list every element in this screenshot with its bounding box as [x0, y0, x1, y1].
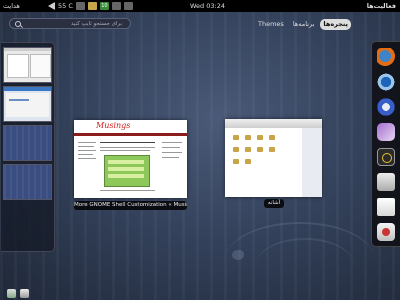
folder-icon [233, 147, 239, 152]
musings-logo: Musings [96, 121, 131, 130]
workspace-switcher [1, 42, 55, 252]
temperature-indicator[interactable]: 55 C [58, 0, 73, 12]
top-bar: هدایت 55 C 10 Wed 03:24 فعالیت‌ها [0, 0, 400, 12]
folder-icon [233, 135, 239, 140]
folder-icon [269, 147, 275, 152]
user-menu[interactable]: هدایت [3, 0, 20, 12]
tab-themes[interactable]: Themes [255, 19, 287, 30]
bluetooth-icon[interactable] [123, 2, 133, 10]
folder-icon [257, 135, 263, 140]
view-tabs: Themes برنامه‌ها پنجره‌ها [255, 19, 351, 30]
clock[interactable]: Wed 03:24 [190, 0, 225, 12]
folder-icon [257, 147, 263, 152]
folder-icon [245, 159, 251, 164]
software-center-icon[interactable] [377, 223, 395, 241]
wallpaper-swirl [255, 238, 355, 295]
workspace-thumbnail-2[interactable] [3, 86, 52, 122]
search-input[interactable]: برای جستجو تایپ کنید [9, 18, 131, 29]
folder-icon [233, 159, 239, 164]
firefox-icon[interactable] [377, 48, 395, 66]
drive-icon[interactable] [377, 173, 395, 191]
activities-button[interactable]: فعالیت‌ها [367, 0, 396, 12]
window-caption-browser[interactable]: More GNOME Shell Customization « Musings… [74, 201, 187, 210]
notification-icon[interactable] [7, 289, 16, 298]
rhythmbox-icon[interactable] [377, 148, 395, 166]
wallpaper-bird [232, 250, 244, 260]
window-thumbnail-file-manager[interactable] [225, 119, 322, 197]
search-icon [15, 21, 21, 27]
dash [371, 41, 400, 247]
tab-windows[interactable]: پنجره‌ها [320, 19, 351, 30]
tray-badge[interactable]: 10 [99, 2, 109, 10]
folder-icon [245, 147, 251, 152]
window-caption-file-manager[interactable]: آشانه [264, 199, 284, 208]
folder-icon[interactable] [87, 2, 97, 10]
workspace-thumbnail-1[interactable] [3, 47, 52, 83]
chat-icon[interactable] [377, 123, 395, 141]
message-tray [7, 289, 29, 298]
system-tray: 55 C 10 [48, 1, 133, 11]
window-thumbnail-browser[interactable]: Musings [74, 120, 187, 198]
workspace-thumbnail-3[interactable] [3, 125, 52, 161]
writer-icon[interactable] [377, 198, 395, 216]
workspace-thumbnail-4[interactable] [3, 164, 52, 200]
volume-icon[interactable] [48, 2, 55, 10]
network-icon[interactable] [75, 2, 85, 10]
empathy-icon[interactable] [377, 98, 395, 116]
tab-applications[interactable]: برنامه‌ها [290, 19, 318, 30]
folder-icon [245, 135, 251, 140]
battery-icon[interactable] [111, 2, 121, 10]
folder-icon [269, 135, 275, 140]
search-placeholder: برای جستجو تایپ کنید [71, 21, 122, 27]
thunderbird-icon[interactable] [377, 73, 395, 91]
removable-drive-icon[interactable] [20, 289, 29, 298]
